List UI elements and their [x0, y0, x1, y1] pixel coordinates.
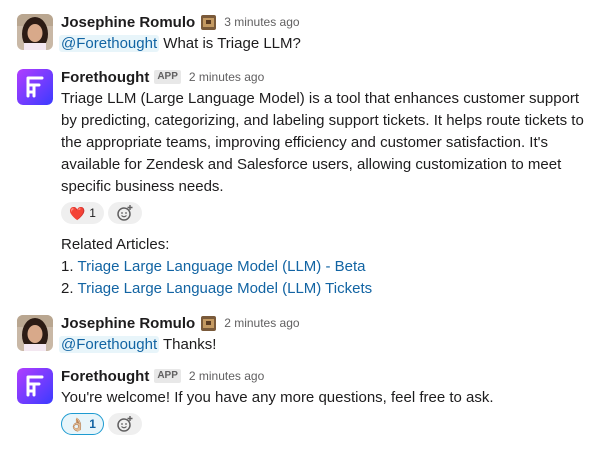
- message-body: You're welcome! If you have any more que…: [61, 389, 494, 406]
- app-badge: APP: [154, 369, 181, 383]
- reactions-bar: 👌🏼 1: [61, 413, 590, 437]
- timestamp[interactable]: 2 minutes ago: [224, 316, 299, 330]
- add-reaction-button[interactable]: [107, 202, 142, 224]
- related-articles-list: 1. Triage Large Language Model (LLM) - Be…: [61, 256, 590, 300]
- message-body: Triage LLM (Large Language Model) is a t…: [61, 90, 584, 195]
- author-name[interactable]: Forethought: [61, 69, 149, 86]
- bot-avatar[interactable]: [17, 368, 53, 404]
- list-number: 1.: [61, 258, 74, 275]
- list-item: 1. Triage Large Language Model (LLM) - Be…: [61, 256, 590, 278]
- app-badge: APP: [154, 70, 181, 84]
- status-emoji-icon: [201, 315, 217, 331]
- ok-hand-icon: 👌🏼: [69, 416, 86, 432]
- author-name[interactable]: Forethought: [61, 368, 149, 385]
- timestamp[interactable]: 3 minutes ago: [224, 15, 299, 29]
- mention-forethought[interactable]: @Forethought: [59, 336, 160, 353]
- add-reaction-icon: [117, 416, 133, 432]
- article-link[interactable]: Triage Large Language Model (LLM) - Beta: [78, 258, 366, 275]
- author-name[interactable]: Josephine Romulo: [61, 14, 195, 31]
- message-body: What is Triage LLM?: [159, 35, 301, 52]
- reaction-ok-hand[interactable]: 👌🏼 1: [61, 413, 104, 435]
- user-avatar[interactable]: [17, 14, 53, 50]
- mention-forethought[interactable]: @Forethought: [59, 35, 160, 52]
- related-articles-title: Related Articles:: [61, 236, 170, 253]
- bot-avatar[interactable]: [17, 69, 53, 105]
- author-name[interactable]: Josephine Romulo: [61, 315, 195, 332]
- article-link[interactable]: Triage Large Language Model (LLM) Ticket…: [78, 280, 373, 297]
- reaction-heart[interactable]: ❤️ 1: [61, 202, 104, 224]
- timestamp[interactable]: 2 minutes ago: [189, 369, 264, 383]
- message-body: Thanks!: [159, 336, 217, 353]
- message-text: @Forethought What is Triage LLM?: [59, 33, 590, 55]
- add-reaction-icon: [117, 205, 133, 221]
- list-item: 2. Triage Large Language Model (LLM) Tick…: [61, 278, 590, 300]
- reaction-count: 1: [89, 206, 96, 220]
- reaction-count: 1: [89, 417, 96, 431]
- list-number: 2.: [61, 280, 74, 297]
- message-text: @Forethought Thanks!: [59, 334, 590, 356]
- reactions-bar: ❤️ 1: [61, 202, 590, 226]
- heart-icon: ❤️: [69, 205, 86, 221]
- status-emoji-icon: [201, 14, 217, 30]
- add-reaction-button[interactable]: [107, 413, 142, 435]
- timestamp[interactable]: 2 minutes ago: [189, 70, 264, 84]
- user-avatar[interactable]: [17, 315, 53, 351]
